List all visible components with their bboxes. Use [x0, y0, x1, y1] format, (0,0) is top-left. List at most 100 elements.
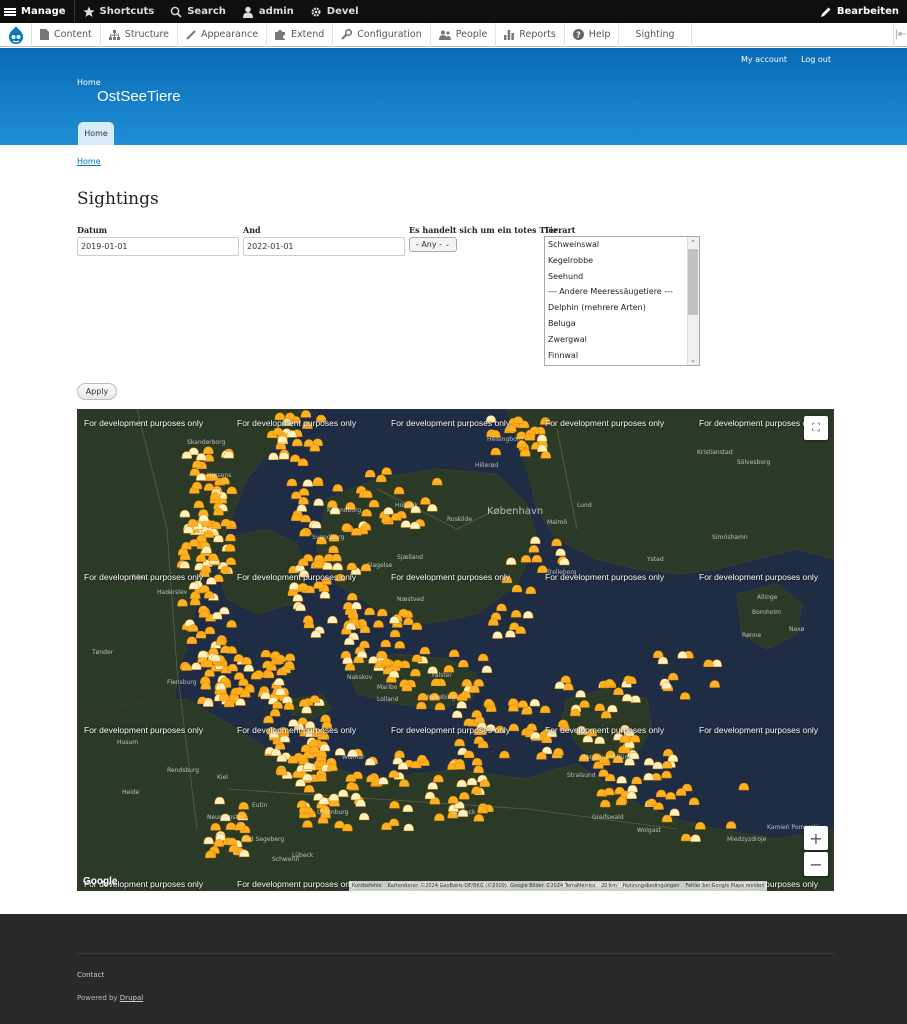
sighting-marker[interactable] [594, 703, 606, 711]
sighting-marker[interactable] [201, 545, 212, 554]
sighting-marker[interactable] [520, 555, 532, 563]
sighting-marker[interactable] [186, 636, 198, 644]
sighting-marker[interactable] [319, 591, 331, 599]
sighting-marker[interactable] [483, 698, 495, 707]
sighting-marker[interactable] [332, 484, 343, 492]
drupal-logo[interactable] [0, 22, 32, 47]
breadcrumb-home[interactable]: Home [77, 157, 101, 166]
sighting-marker[interactable] [291, 513, 302, 521]
sighting-marker[interactable] [215, 682, 226, 691]
sighting-marker[interactable] [355, 799, 366, 807]
sighting-marker[interactable] [526, 723, 537, 731]
tierart-option[interactable]: Schweinswal [545, 237, 699, 253]
sighting-marker[interactable] [319, 743, 331, 752]
sighting-marker[interactable] [342, 823, 353, 832]
sighting-marker[interactable] [454, 761, 466, 770]
sighting-marker[interactable] [403, 823, 414, 832]
sighting-marker[interactable] [448, 649, 460, 658]
sighting-marker[interactable] [392, 659, 403, 668]
sighting-marker[interactable] [292, 594, 304, 602]
sighting-marker[interactable] [471, 757, 483, 766]
sighting-marker[interactable] [322, 562, 333, 570]
sighting-marker[interactable] [388, 770, 400, 778]
sighting-marker[interactable] [302, 820, 313, 828]
sighting-marker[interactable] [320, 714, 331, 723]
sighting-marker[interactable] [296, 800, 308, 808]
sighting-marker[interactable] [312, 477, 324, 485]
sightings-map[interactable]: Skanderborg Horsens Kalundborg Holbæk Roskil… [77, 409, 834, 891]
sighting-marker[interactable] [458, 659, 469, 668]
datum-input[interactable]: 2019-01-01 [77, 237, 239, 256]
sighting-marker[interactable] [427, 503, 438, 512]
sighting-marker[interactable] [198, 514, 209, 522]
sighting-marker[interactable] [226, 837, 238, 846]
sighting-marker[interactable] [394, 750, 405, 758]
user-button[interactable]: admin [234, 0, 302, 23]
sighting-marker[interactable] [622, 693, 633, 702]
sighting-marker[interactable] [296, 754, 308, 762]
sighting-marker[interactable] [341, 523, 353, 531]
sighting-marker[interactable] [275, 687, 286, 696]
sighting-marker[interactable] [512, 416, 524, 424]
sighting-marker[interactable] [218, 606, 230, 615]
sighting-marker[interactable] [456, 779, 468, 788]
terms-link[interactable]: Nutzungsbedingungen [623, 883, 680, 889]
sighting-marker[interactable] [283, 702, 295, 710]
sighting-marker[interactable] [272, 427, 284, 436]
tray-item-extend[interactable]: Extend [267, 22, 334, 47]
sighting-marker[interactable] [515, 626, 526, 634]
sighting-marker[interactable] [308, 745, 320, 754]
sighting-marker[interactable] [282, 696, 293, 704]
sighting-marker[interactable] [477, 653, 489, 662]
sighting-marker[interactable] [220, 565, 231, 574]
my-account-link[interactable]: My account [741, 55, 787, 64]
sighting-marker[interactable] [613, 687, 624, 696]
sighting-marker[interactable] [394, 640, 405, 649]
sighting-marker[interactable] [477, 740, 489, 749]
sighting-marker[interactable] [346, 782, 357, 790]
sighting-marker[interactable] [463, 750, 475, 759]
sighting-marker[interactable] [313, 498, 324, 506]
sighting-marker[interactable] [537, 444, 548, 452]
sighting-marker[interactable] [420, 497, 431, 505]
sighting-marker[interactable] [431, 477, 443, 486]
sighting-marker[interactable] [183, 525, 194, 534]
sighting-marker[interactable] [262, 660, 273, 669]
sighting-marker[interactable] [177, 598, 188, 607]
sighting-marker[interactable] [239, 689, 251, 698]
footer-contact-link[interactable]: Contact [77, 971, 104, 979]
sighting-marker[interactable] [416, 701, 427, 710]
sighting-marker[interactable] [179, 509, 191, 518]
sighting-marker[interactable] [328, 545, 339, 554]
sighting-marker[interactable] [302, 479, 314, 487]
sighting-marker[interactable] [381, 822, 392, 830]
sighting-marker[interactable] [308, 739, 320, 748]
manage-button[interactable]: Manage [0, 0, 75, 23]
sighting-marker[interactable] [368, 499, 380, 508]
sighting-marker[interactable] [627, 784, 638, 793]
sighting-marker[interactable] [297, 558, 309, 566]
sighting-marker[interactable] [224, 699, 235, 708]
sighting-marker[interactable] [492, 631, 503, 639]
sighting-marker[interactable] [626, 791, 637, 799]
dead-animal-select[interactable]: - Any - ⌄ [409, 237, 457, 252]
sighting-marker[interactable] [479, 779, 491, 787]
sighting-marker[interactable] [250, 671, 262, 680]
sighting-marker[interactable] [525, 586, 537, 594]
sighting-marker[interactable] [213, 839, 225, 847]
sighting-marker[interactable] [530, 536, 541, 544]
sighting-marker[interactable] [297, 458, 309, 466]
sighting-marker[interactable] [419, 646, 431, 655]
sighting-marker[interactable] [203, 446, 214, 454]
sighting-marker[interactable] [203, 836, 214, 845]
sighting-marker[interactable] [213, 507, 224, 516]
sighting-marker[interactable] [312, 560, 324, 568]
sighting-marker[interactable] [260, 691, 271, 700]
sighting-marker[interactable] [360, 522, 372, 531]
sighting-marker[interactable] [499, 750, 510, 759]
sighting-marker[interactable] [402, 804, 414, 813]
sighting-marker[interactable] [298, 699, 310, 707]
sighting-marker[interactable] [398, 779, 410, 787]
sighting-marker[interactable] [530, 731, 541, 740]
sighting-marker[interactable] [197, 650, 209, 658]
